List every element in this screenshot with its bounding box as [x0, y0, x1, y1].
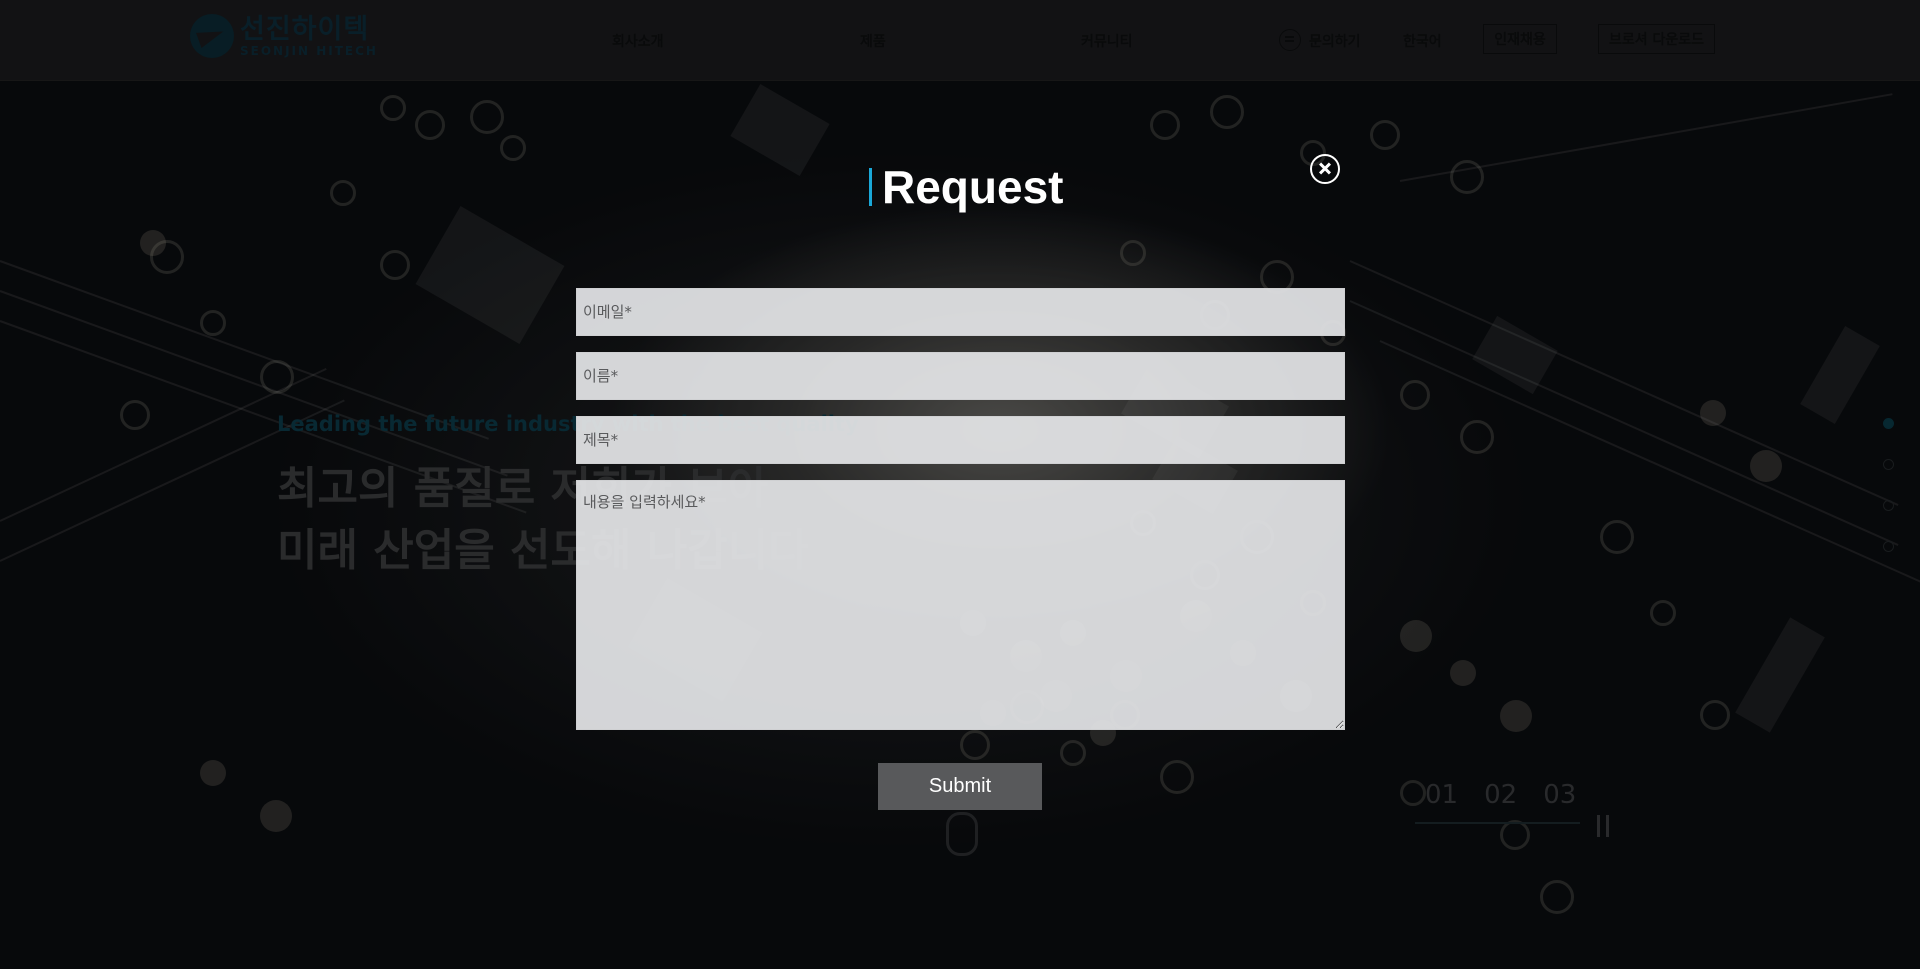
modal-header: Request [869, 160, 1063, 214]
message-field[interactable] [576, 480, 1345, 730]
modal-title: Request [882, 161, 1064, 213]
submit-button[interactable]: Submit [878, 763, 1042, 810]
subject-field[interactable] [576, 416, 1345, 464]
email-field[interactable] [576, 288, 1345, 336]
name-field[interactable] [576, 352, 1345, 400]
close-icon[interactable] [1310, 154, 1340, 184]
title-accent-bar [869, 168, 872, 206]
